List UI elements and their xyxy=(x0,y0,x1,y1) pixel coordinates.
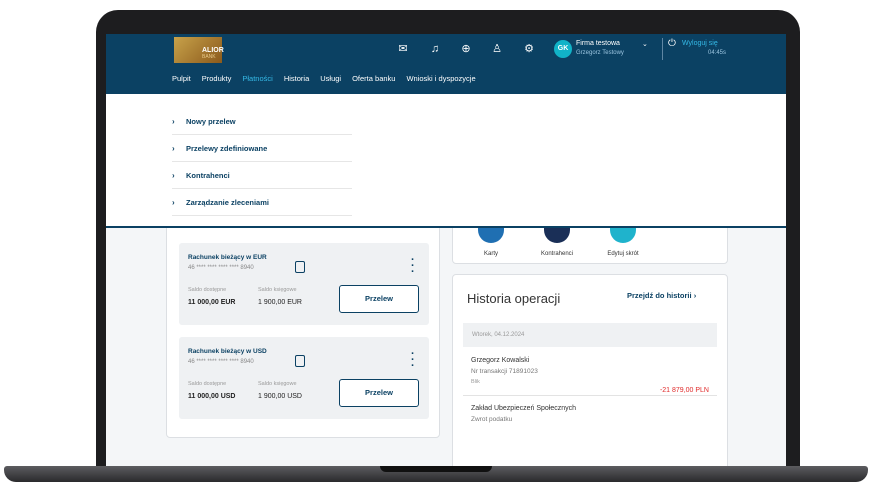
history-date: Wtorek, 04.12.2024 xyxy=(463,323,717,347)
menu-item-label: Przelewy zdefiniowane xyxy=(186,143,268,153)
account-card-usd[interactable]: Rachunek bieżący w USD 46 **** **** ****… xyxy=(179,337,429,419)
nav-uslugi[interactable]: Usługi xyxy=(320,74,341,83)
menu-item-kontrahenci[interactable]: › Kontrahenci xyxy=(172,162,352,189)
account-number: 46 **** **** **** **** 8940 xyxy=(188,359,254,365)
history-title: Historia operacji xyxy=(467,291,561,306)
download-icon[interactable]: ⊕ xyxy=(459,42,473,56)
shortcut-label: Edytuj skrót xyxy=(607,251,639,257)
copy-icon[interactable] xyxy=(295,355,305,367)
chevron-right-icon: › xyxy=(172,143,175,153)
more-options-icon[interactable]: · · · xyxy=(411,255,415,278)
booked-balance: 1 900,00 EUR xyxy=(258,299,302,306)
nav-oferta-banku[interactable]: Oferta banku xyxy=(352,74,395,83)
transaction-sub: Zwrot podatku xyxy=(471,416,513,423)
nav-historia[interactable]: Historia xyxy=(284,74,309,83)
nav-platnosci[interactable]: Płatności xyxy=(242,74,272,83)
transaction-name: Zakład Ubezpieczeń Społecznych xyxy=(471,405,577,412)
chevron-right-icon: › xyxy=(693,291,697,300)
bell-icon[interactable]: ♫ xyxy=(428,42,442,56)
top-header: ALIOR BANK ✉ ♫ ⊕ ♙ ⚙ GK Firma testowa Gr… xyxy=(106,34,786,94)
nav-wnioski[interactable]: Wnioski i dyspozycje xyxy=(406,74,475,83)
brand-sub: BANK xyxy=(202,54,216,60)
user-icon[interactable]: ♙ xyxy=(490,42,504,56)
shortcut-edytuj[interactable]: Edytuj skrót xyxy=(593,223,653,257)
accounts-panel: Rachunek bieżący w EUR 46 **** **** ****… xyxy=(166,222,440,438)
history-panel: Historia operacji Przejdź do historii › … xyxy=(452,274,728,466)
nav-produkty[interactable]: Produkty xyxy=(202,74,232,83)
available-balance: 11 000,00 EUR xyxy=(188,299,236,306)
menu-item-label: Kontrahenci xyxy=(186,170,230,180)
chevron-right-icon: › xyxy=(172,170,175,180)
power-icon[interactable]: ⏻ xyxy=(668,38,676,49)
copy-icon[interactable] xyxy=(295,261,305,273)
transaction-amount: -21 879,00 PLN xyxy=(659,387,709,394)
transaction-row[interactable]: Zakład Ubezpieczeń Społecznych Zwrot pod… xyxy=(471,405,717,423)
company-name[interactable]: Firma testowa xyxy=(576,40,620,47)
main-nav: Pulpit Produkty Płatności Historia Usług… xyxy=(172,74,476,83)
payments-dropdown: › Nowy przelew › Przelewy zdefiniowane › Ko… xyxy=(106,94,786,228)
brand-name: ALIOR xyxy=(202,47,224,54)
app-screen: ALIOR BANK ✉ ♫ ⊕ ♙ ⚙ GK Firma testowa Gr… xyxy=(106,34,786,466)
session-timer: 04:45s xyxy=(707,50,726,56)
chevron-right-icon: › xyxy=(172,197,175,207)
account-card-eur[interactable]: Rachunek bieżący w EUR 46 **** **** ****… xyxy=(179,243,429,325)
chevron-right-icon: › xyxy=(172,116,175,126)
shortcut-karty[interactable]: Karty xyxy=(461,223,521,257)
transfer-button[interactable]: Przelew xyxy=(339,285,419,313)
available-balance: 11 000,00 USD xyxy=(188,393,236,400)
menu-item-nowy-przelew[interactable]: › Nowy przelew xyxy=(172,108,352,135)
header-divider xyxy=(662,38,663,60)
booked-label: Saldo księgowe xyxy=(258,287,297,293)
account-number: 46 **** **** **** **** 8940 xyxy=(188,265,254,271)
account-title[interactable]: Rachunek bieżący w EUR xyxy=(188,254,267,261)
settings-icon[interactable]: ⚙ xyxy=(522,42,536,56)
more-options-icon[interactable]: · · · xyxy=(411,349,415,372)
laptop-mockup: ALIOR BANK ✉ ♫ ⊕ ♙ ⚙ GK Firma testowa Gr… xyxy=(0,0,872,486)
transaction-method: Blik xyxy=(471,379,480,385)
user-name: Grzegorz Testowy xyxy=(576,50,624,56)
transaction-row[interactable]: Grzegorz Kowalski Nr transakcji 71891023… xyxy=(471,357,717,394)
divider xyxy=(463,395,717,396)
available-label: Saldo dostępne xyxy=(188,287,227,293)
shortcut-kontrahenci[interactable]: Kontrahenci xyxy=(527,223,587,257)
menu-item-label: Zarządzanie zleceniami xyxy=(186,197,269,207)
history-link[interactable]: Przejdź do historii › xyxy=(627,291,696,300)
mail-icon[interactable]: ✉ xyxy=(396,42,410,56)
logout-link[interactable]: Wyloguj się xyxy=(682,40,718,47)
shortcuts-panel: Karty Kontrahenci Edytuj skrót xyxy=(452,222,728,264)
available-label: Saldo dostępne xyxy=(188,381,227,387)
avatar[interactable]: GK xyxy=(554,40,572,58)
transaction-sub: Nr transakcji 71891023 xyxy=(471,368,538,375)
menu-item-label: Nowy przelew xyxy=(186,116,236,126)
booked-balance: 1 900,00 USD xyxy=(258,393,302,400)
booked-label: Saldo księgowe xyxy=(258,381,297,387)
shortcut-label: Karty xyxy=(483,251,498,257)
shortcut-label: Kontrahenci xyxy=(540,251,574,257)
dashboard-content: Rachunek bieżący w EUR 46 **** **** ****… xyxy=(106,222,786,466)
nav-pulpit[interactable]: Pulpit xyxy=(172,74,191,83)
menu-item-zarzadzanie-zleceniami[interactable]: › Zarządzanie zleceniami xyxy=(172,189,352,216)
laptop-notch xyxy=(380,466,492,472)
chevron-down-icon[interactable]: ⌄ xyxy=(642,40,648,48)
transaction-name: Grzegorz Kowalski xyxy=(471,357,530,364)
history-link-label: Przejdź do historii xyxy=(627,291,692,300)
menu-item-przelewy-zdefiniowane[interactable]: › Przelewy zdefiniowane xyxy=(172,135,352,162)
account-title[interactable]: Rachunek bieżący w USD xyxy=(188,348,267,355)
transfer-button[interactable]: Przelew xyxy=(339,379,419,407)
